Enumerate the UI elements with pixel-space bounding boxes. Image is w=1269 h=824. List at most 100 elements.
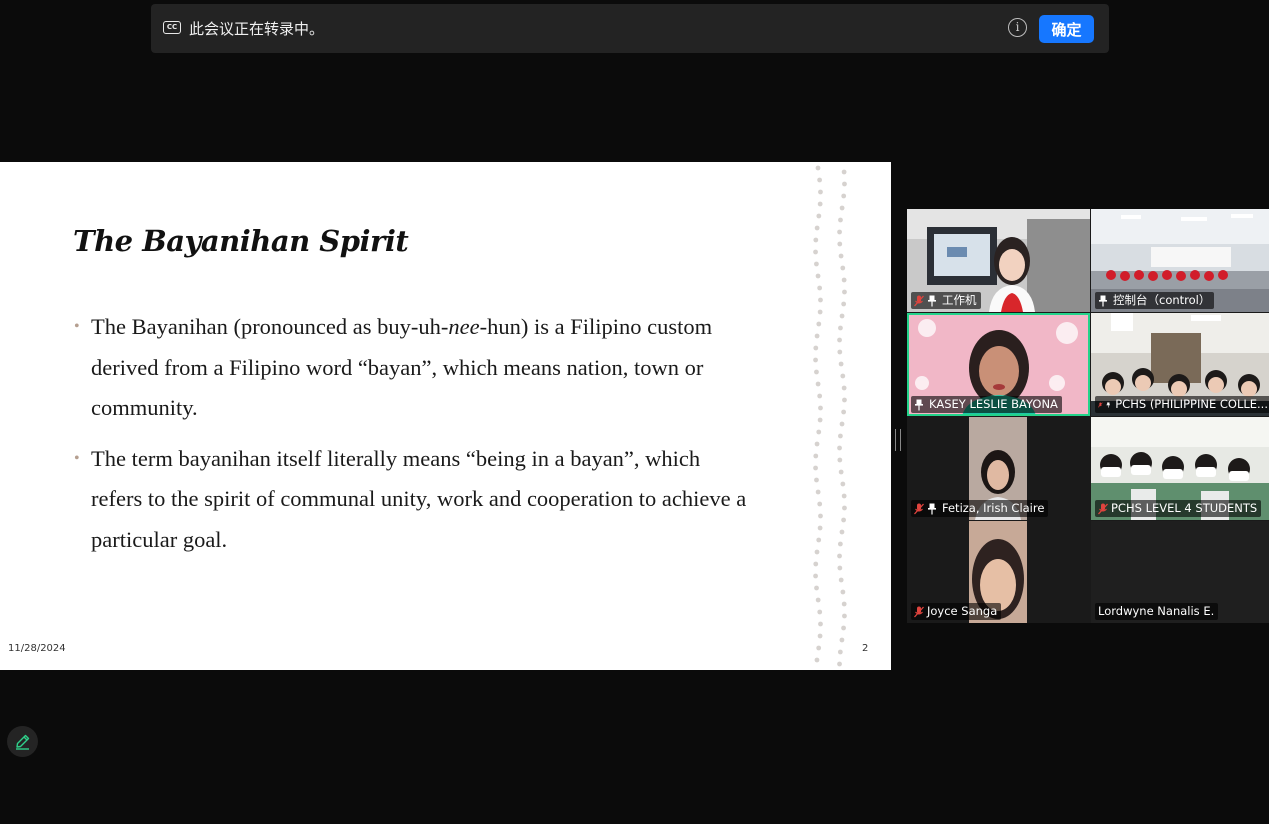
decorative-dot [840, 265, 846, 271]
participant-tile[interactable]: 工作机 [907, 209, 1090, 312]
decorative-dot [841, 193, 847, 199]
slide-bullets: • The Bayanihan (pronounced as buy-uh-ne… [74, 307, 754, 570]
decorative-dot [842, 397, 847, 403]
pin-icon [1106, 401, 1110, 408]
decorative-dot [817, 525, 823, 531]
decorative-dot [837, 445, 842, 451]
pencil-icon [16, 734, 30, 750]
participant-tile-active-speaker[interactable]: KASEY LESLIE BAYONA [907, 313, 1090, 416]
decorative-dot [818, 405, 823, 411]
decorative-dot [838, 253, 844, 259]
slide-page-number: 2 [862, 643, 869, 654]
decorative-dot [839, 529, 845, 535]
decorative-dot [813, 573, 818, 579]
decorative-dot [838, 325, 843, 331]
decorative-dot [814, 585, 819, 591]
bullet-marker: • [74, 449, 80, 467]
decorative-dot [814, 477, 819, 483]
banner-message: 此会议正在转录中。 [189, 20, 325, 38]
decorative-dot [841, 625, 846, 631]
slide-bullet: • The term bayanihan itself literally me… [74, 439, 754, 561]
decorative-dot [816, 213, 822, 219]
decorative-dot [841, 301, 847, 307]
decorative-dot [837, 541, 843, 547]
resize-handle[interactable] [895, 429, 901, 451]
participant-name: Lordwyne Nanalis E. [1098, 604, 1215, 618]
decorative-dot [840, 481, 846, 487]
bullet-text: The Bayanihan (pronounced as buy-uh- [91, 314, 449, 339]
decorative-dot [837, 649, 843, 655]
participant-label: Fetiza, Irish Claire [911, 500, 1049, 517]
decorative-dot [841, 493, 847, 499]
decorative-dots [813, 165, 847, 667]
mic-muted-icon [1098, 401, 1103, 408]
decorative-dot [817, 393, 823, 399]
info-icon[interactable]: i [1008, 18, 1027, 37]
decorative-dot [837, 457, 843, 463]
decorative-dot [841, 409, 847, 415]
slide-bullet: • The Bayanihan (pronounced as buy-uh-ne… [74, 307, 754, 429]
decorative-dot [815, 381, 821, 387]
bullet-marker: • [74, 318, 80, 335]
decorative-dot [838, 577, 844, 583]
decorative-dot [842, 181, 847, 187]
decorative-dot [817, 633, 823, 639]
decorative-dot [842, 505, 847, 511]
decorative-dot [814, 441, 820, 447]
decorative-dot [817, 285, 823, 291]
participant-tile[interactable]: Fetiza, Irish Claire [907, 417, 1090, 520]
decorative-dot [817, 201, 823, 207]
bullet-text: The term bayanihan itself literally mean… [91, 445, 747, 552]
decorative-dot [838, 469, 844, 475]
decorative-dot [814, 261, 819, 267]
participant-label: 工作机 [911, 292, 981, 309]
decorative-dot [814, 549, 820, 555]
decorative-dot [839, 205, 845, 211]
decorative-dot [838, 361, 844, 367]
participant-tile[interactable]: PCHS (PHILIPPINE COLLE... [1091, 313, 1269, 416]
decorative-dot [840, 373, 846, 379]
decorative-dot [838, 217, 843, 223]
decorative-dot [816, 645, 822, 651]
decorative-dot [839, 421, 845, 427]
participant-name: 工作机 [942, 293, 977, 307]
participant-label: PCHS LEVEL 4 STUDENTS [1095, 500, 1262, 517]
decorative-dot [814, 333, 820, 339]
decorative-dot [813, 345, 819, 351]
bullet-emphasis: nee [448, 314, 480, 339]
mic-muted-icon [1098, 503, 1108, 514]
participant-label: Lordwyne Nanalis E. [1095, 603, 1219, 620]
decorative-dot [818, 297, 823, 303]
participant-name: 控制台（control） [1113, 293, 1211, 307]
decorative-dot [816, 321, 822, 327]
annotate-button[interactable] [7, 726, 38, 757]
pin-icon [915, 399, 923, 410]
pin-icon [928, 503, 936, 514]
decorative-dot [837, 661, 842, 667]
decorative-dot [841, 601, 847, 607]
decorative-dot [815, 273, 821, 279]
decorative-dot [841, 277, 847, 283]
decorative-dot [814, 225, 820, 231]
participant-tile[interactable]: Joyce Sanga [907, 521, 1090, 623]
decorative-dot [837, 229, 842, 235]
participant-name: PCHS LEVEL 4 STUDENTS [1111, 501, 1258, 515]
decorative-dot [815, 597, 821, 603]
participant-tile[interactable]: Lordwyne Nanalis E. [1091, 521, 1269, 623]
pin-icon [1099, 295, 1107, 306]
participant-label: PCHS (PHILIPPINE COLLE... [1095, 396, 1269, 413]
transcription-banner: CC 此会议正在转录中。 i 确定 [151, 4, 1109, 53]
decorative-dot [814, 369, 819, 375]
decorative-dot [818, 189, 823, 195]
decorative-dot [842, 613, 847, 619]
shared-slide: The Bayanihan Spirit • The Bayanihan (pr… [0, 162, 891, 670]
decorative-dot [840, 589, 846, 595]
confirm-button[interactable]: 确定 [1039, 15, 1094, 43]
participant-tile[interactable]: 控制台（control） [1091, 209, 1269, 312]
participant-name: Joyce Sanga [927, 604, 998, 618]
participant-tile[interactable]: PCHS LEVEL 4 STUDENTS [1091, 417, 1269, 520]
decorative-dot [839, 313, 845, 319]
decorative-dot [841, 169, 847, 175]
decorative-dot [813, 357, 818, 363]
decorative-dot [817, 609, 823, 615]
